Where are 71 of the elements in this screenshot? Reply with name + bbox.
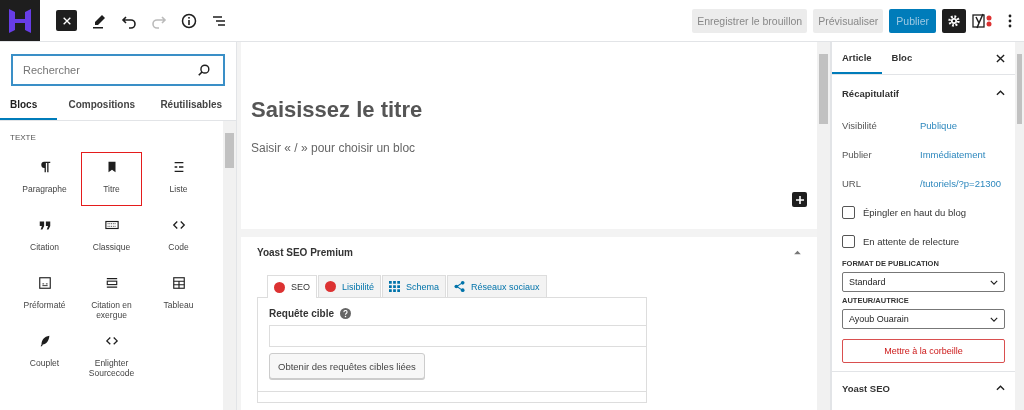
- block-item[interactable]: Classique: [81, 210, 142, 264]
- setting-label: Publier: [842, 149, 873, 160]
- block-item[interactable]: Tableau: [148, 268, 209, 322]
- checkbox-label: En attente de relecture: [863, 236, 960, 247]
- table-icon: [171, 276, 186, 290]
- close-button[interactable]: [56, 10, 77, 31]
- title-field[interactable]: Saisissez le titre: [251, 42, 807, 123]
- setting-label: Visibilité: [842, 120, 878, 131]
- pencil-icon[interactable]: [91, 12, 107, 29]
- block-placeholder[interactable]: Saisir « / » pour choisir un bloc: [251, 141, 807, 155]
- checkbox[interactable]: [842, 206, 855, 219]
- scrollbar[interactable]: [223, 121, 236, 410]
- scrollbar[interactable]: [1015, 42, 1024, 410]
- keyphrase-field[interactable]: [269, 325, 647, 347]
- block-item[interactable]: Enlighter Sourcecode: [81, 326, 142, 380]
- close-icon: [61, 15, 72, 26]
- inserter-tab[interactable]: Blocs: [0, 90, 57, 120]
- grid-icon: [389, 281, 401, 292]
- plus-icon: [794, 194, 805, 205]
- more-icon[interactable]: [1008, 12, 1012, 29]
- chevron-down-icon: [990, 279, 998, 285]
- checkbox[interactable]: [842, 235, 855, 248]
- close-icon[interactable]: [996, 53, 1005, 63]
- code-icon: [171, 218, 186, 232]
- preformatted-icon: [37, 276, 52, 290]
- seo-tab[interactable]: Réseaux sociaux: [447, 275, 547, 297]
- sidebar-tab[interactable]: Bloc: [881, 42, 923, 74]
- pullquote-icon: [104, 276, 119, 290]
- chevron-up-icon[interactable]: [996, 90, 1005, 96]
- block-item[interactable]: Citation en exergue: [81, 268, 142, 322]
- block-item[interactable]: Préformaté: [14, 268, 75, 322]
- trash-button[interactable]: Mettre à la corbeille: [842, 339, 1005, 363]
- help-icon[interactable]: [340, 308, 352, 319]
- settings-icon: [947, 13, 961, 28]
- setting-link[interactable]: Publique: [920, 120, 957, 131]
- info-icon[interactable]: [181, 12, 197, 29]
- checkbox-label: Épingler en haut du blog: [863, 207, 966, 218]
- setting-label: URL: [842, 178, 862, 189]
- yoast-icon[interactable]: [972, 12, 994, 29]
- seo-tab[interactable]: Schema: [382, 275, 447, 297]
- search-icon: [197, 63, 211, 77]
- section-title[interactable]: Yoast SEO: [842, 382, 890, 394]
- inserter-tab[interactable]: Réutilisables: [146, 90, 236, 120]
- panel-title: Yoast SEO Premium: [257, 246, 353, 258]
- block-item[interactable]: Paragraphe: [14, 152, 75, 206]
- chevron-down-icon: [990, 316, 998, 322]
- select-field[interactable]: Standard: [842, 272, 1005, 292]
- block-item[interactable]: Couplet: [14, 326, 75, 380]
- related-keyphrases-button[interactable]: Obtenir des requêtes cibles liées: [269, 353, 425, 379]
- section-title[interactable]: Récapitulatif: [842, 87, 899, 99]
- block-item[interactable]: Code: [148, 210, 209, 264]
- settings-button[interactable]: [942, 8, 966, 33]
- share-icon: [454, 281, 466, 292]
- collapse-icon[interactable]: [794, 249, 801, 255]
- block-item[interactable]: Liste: [148, 152, 209, 206]
- setting-link[interactable]: Immédiatement: [920, 149, 986, 160]
- setting-link[interactable]: /tutoriels/?p=21300: [920, 178, 1002, 189]
- seo-tab[interactable]: SEO: [267, 275, 317, 298]
- keyboard-icon: [104, 218, 119, 232]
- add-block-button[interactable]: [792, 192, 807, 207]
- category-label: TEXTE: [9, 132, 37, 144]
- sidebar-tab[interactable]: Article: [832, 42, 882, 74]
- block-item[interactable]: Titre: [81, 152, 142, 206]
- field-label: Requête cible: [269, 308, 335, 319]
- seo-tab[interactable]: Lisibilité: [318, 275, 382, 297]
- chevron-up-icon[interactable]: [996, 385, 1005, 391]
- search-field[interactable]: Rechercher: [11, 54, 225, 86]
- logo-icon[interactable]: [0, 0, 40, 41]
- block-item[interactable]: Citation: [14, 210, 75, 264]
- select-field[interactable]: Ayoub Ouarain: [842, 309, 1005, 329]
- inserter-tab[interactable]: Compositions: [57, 90, 147, 120]
